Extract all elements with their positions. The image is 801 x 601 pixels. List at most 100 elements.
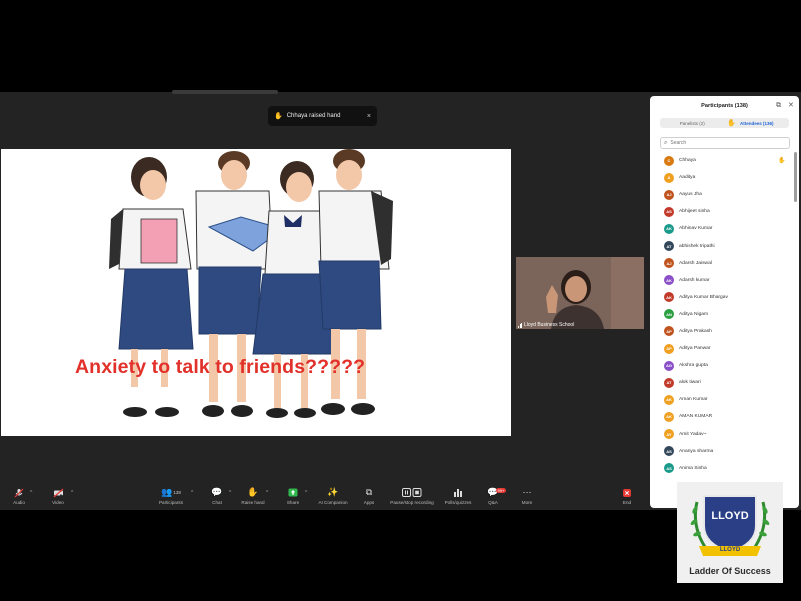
top-handle[interactable] bbox=[172, 90, 278, 94]
tab-panelists[interactable]: Panelists (2) bbox=[660, 118, 725, 128]
participant-row[interactable]: AG Akshra gupta bbox=[650, 357, 799, 374]
avatar: AK bbox=[664, 223, 674, 234]
avatar: AT bbox=[664, 377, 674, 388]
participant-name: Abhinav Kumar bbox=[679, 226, 713, 232]
logo-mark: LLOYD bbox=[711, 510, 749, 522]
avatar: AJ bbox=[664, 189, 674, 200]
participant-name: alok tiwari bbox=[679, 380, 701, 386]
participant-row[interactable]: AT abhishek tripathi bbox=[650, 237, 799, 254]
chat-label: Chat bbox=[212, 500, 222, 505]
close-icon[interactable]: ✕ bbox=[788, 101, 794, 109]
participants-button[interactable]: 👥 138 Participants bbox=[151, 486, 191, 505]
participant-name: Aditya Nigam bbox=[679, 311, 709, 317]
participant-name: Aditya Panwar bbox=[679, 346, 711, 352]
more-icon: ⋯ bbox=[522, 487, 532, 497]
avatar: AS bbox=[664, 446, 674, 457]
share-caret-icon[interactable]: ^ bbox=[305, 490, 307, 496]
chat-caret-icon[interactable]: ^ bbox=[229, 490, 231, 496]
participant-tabs: Panelists (2) Attendees (136) bbox=[660, 118, 789, 128]
polls-icon bbox=[453, 486, 463, 499]
participant-name: Akshra gupta bbox=[679, 363, 708, 369]
search-input[interactable]: ⌕ Search bbox=[660, 137, 790, 149]
video-label: Video bbox=[52, 500, 64, 505]
pause-stop-icon bbox=[402, 486, 422, 499]
participant-row[interactable]: C Chhaya ✋ bbox=[650, 152, 799, 169]
speaker-name: Lloyd Business School bbox=[524, 322, 575, 328]
audio-button[interactable]: Audio bbox=[0, 486, 39, 505]
avatar: AT bbox=[664, 241, 674, 252]
participant-row[interactable]: AY Amit Yadav~ bbox=[650, 426, 799, 443]
logo-tagline: Ladder Of Success bbox=[689, 566, 771, 576]
participant-row[interactable]: AP Aditya Panwar bbox=[650, 340, 799, 357]
students-illustration bbox=[109, 149, 393, 418]
participant-name: Ananya sharma bbox=[679, 448, 714, 454]
avatar: AY bbox=[664, 429, 674, 440]
more-label: More bbox=[521, 500, 533, 505]
avatar: C bbox=[664, 155, 674, 166]
sparkle-icon: ✨ bbox=[327, 487, 339, 497]
participant-row[interactable]: AS Ananya sharma bbox=[650, 443, 799, 460]
notification-close-icon[interactable]: × bbox=[367, 113, 371, 120]
participant-row[interactable]: AS Abhijeet sinha bbox=[650, 203, 799, 220]
participants-scrollbar[interactable] bbox=[794, 152, 797, 202]
audio-label: Audio bbox=[13, 500, 25, 505]
end-icon bbox=[623, 486, 631, 499]
avatar: AK bbox=[664, 275, 674, 286]
participant-name: Aditya Kumar Bhargav bbox=[679, 294, 728, 300]
avatar: AP bbox=[664, 343, 674, 354]
polls-button[interactable]: Polls/quizzes bbox=[438, 486, 478, 505]
participant-row[interactable]: AK Abhinav Kumar bbox=[650, 220, 799, 237]
recording-button[interactable]: Pause/stop recording bbox=[390, 486, 434, 505]
raised-hand-icon: ✋ bbox=[778, 158, 786, 165]
participant-row[interactable]: AS Anima Sinha bbox=[650, 460, 799, 477]
raised-hand-notification: ✋ Chhaya raised hand × bbox=[268, 106, 377, 126]
participants-panel: Participants (138) ⧉ ✕ Panelists (2) Att… bbox=[650, 96, 799, 508]
recording-label: Pause/stop recording bbox=[390, 500, 434, 505]
ai-companion-label: AI Companion bbox=[318, 500, 348, 505]
participant-row[interactable]: AN Aditya Nigam bbox=[650, 306, 799, 323]
avatar: AG bbox=[664, 360, 674, 371]
avatar: AK bbox=[664, 411, 674, 422]
end-label: End bbox=[622, 500, 632, 505]
participant-name: Adarsh Jaiswal bbox=[679, 260, 712, 266]
avatar: AJ bbox=[664, 258, 674, 269]
participants-label: Participants bbox=[158, 500, 183, 505]
participant-row[interactable]: A Aaditya bbox=[650, 169, 799, 186]
participant-name: Adarsh kumar bbox=[679, 277, 710, 283]
participant-name: AMAN KUMAR bbox=[679, 414, 713, 420]
participant-row[interactable]: AK Aditya Kumar Bhargav bbox=[650, 289, 799, 306]
slide-caption: Anxiety to talk to friends????? bbox=[75, 356, 366, 378]
participant-row[interactable]: AJ Aayus Jha bbox=[650, 186, 799, 203]
more-button[interactable]: ⋯ More bbox=[507, 486, 547, 505]
raised-hand-icon: ✋ bbox=[274, 113, 283, 120]
polls-label: Polls/quizzes bbox=[444, 500, 472, 505]
avatar: AS bbox=[664, 206, 674, 217]
video-options-caret-icon[interactable]: ^ bbox=[71, 490, 73, 496]
end-button[interactable]: End bbox=[607, 486, 647, 505]
shared-screen-slide bbox=[1, 149, 511, 436]
avatar: AP bbox=[664, 326, 674, 337]
participant-row[interactable]: AJ Adarsh Jaiswal bbox=[650, 255, 799, 272]
lloyd-logo: LLOYD LLOYD Ladder Of Success bbox=[677, 482, 783, 583]
participant-row[interactable]: AK AMAN KUMAR bbox=[650, 408, 799, 425]
apps-button[interactable]: ⧉ Apps bbox=[349, 486, 389, 505]
participants-caret-icon[interactable]: ^ bbox=[191, 490, 193, 496]
audio-options-caret-icon[interactable]: ^ bbox=[30, 490, 32, 496]
speaker-video-frame bbox=[516, 257, 644, 329]
participant-name: Aman Kumar bbox=[679, 397, 708, 403]
participant-row[interactable]: AK Adarsh kumar bbox=[650, 272, 799, 289]
popout-icon[interactable]: ⧉ bbox=[776, 102, 781, 110]
participants-list: C Chhaya ✋ A Aaditya AJ Aayus Jha AS Abhijeet si… bbox=[650, 152, 799, 477]
chat-icon: 💬 bbox=[211, 487, 223, 497]
share-screen-icon bbox=[288, 486, 298, 499]
speaker-video-tile[interactable]: Lloyd Business School bbox=[516, 257, 644, 329]
participant-name: Amit Yadav~ bbox=[679, 431, 707, 437]
participant-row[interactable]: AP Aditya Prakash bbox=[650, 323, 799, 340]
participant-row[interactable]: AK Aman Kumar bbox=[650, 391, 799, 408]
signal-icon bbox=[518, 322, 522, 328]
participant-row[interactable]: AT alok tiwari bbox=[650, 374, 799, 391]
avatar: AS bbox=[664, 463, 674, 474]
ai-companion-button[interactable]: ✨ AI Companion bbox=[313, 486, 353, 505]
raise-hand-caret-icon[interactable]: ^ bbox=[266, 490, 268, 496]
participant-name: abhishek tripathi bbox=[679, 243, 715, 249]
